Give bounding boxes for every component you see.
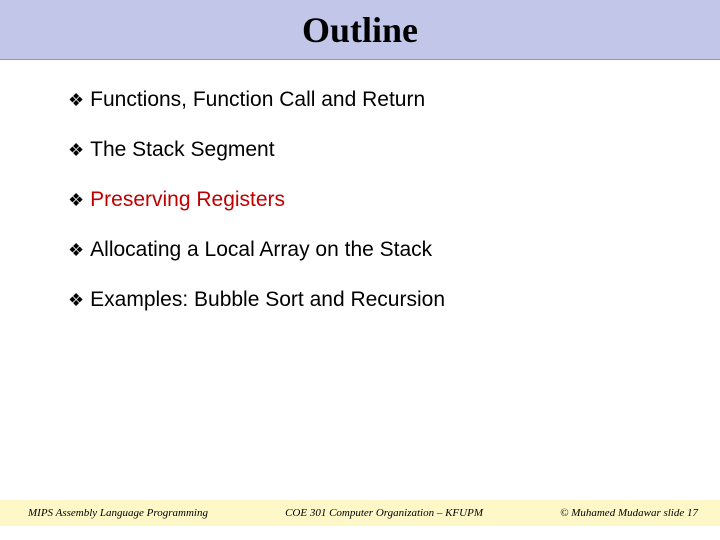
diamond-bullet-icon: ❖ — [68, 88, 84, 112]
list-item: ❖ Preserving Registers — [68, 188, 660, 212]
bullet-text-highlighted: Preserving Registers — [90, 188, 285, 212]
diamond-bullet-icon: ❖ — [68, 288, 84, 312]
content-area: ❖ Functions, Function Call and Return ❖ … — [0, 60, 720, 312]
list-item: ❖ Functions, Function Call and Return — [68, 88, 660, 112]
footer-bar: MIPS Assembly Language Programming COE 3… — [0, 500, 720, 526]
list-item: ❖ The Stack Segment — [68, 138, 660, 162]
bullet-text: Functions, Function Call and Return — [90, 88, 425, 112]
footer-center-text: COE 301 Computer Organization – KFUPM — [208, 507, 560, 519]
bullet-text: Allocating a Local Array on the Stack — [90, 238, 432, 262]
slide-title: Outline — [302, 9, 418, 51]
diamond-bullet-icon: ❖ — [68, 138, 84, 162]
bullet-text: The Stack Segment — [90, 138, 274, 162]
bullet-text: Examples: Bubble Sort and Recursion — [90, 288, 445, 312]
list-item: ❖ Allocating a Local Array on the Stack — [68, 238, 660, 262]
diamond-bullet-icon: ❖ — [68, 238, 84, 262]
title-bar: Outline — [0, 0, 720, 60]
list-item: ❖ Examples: Bubble Sort and Recursion — [68, 288, 660, 312]
footer-right-text: © Muhamed Mudawar slide 17 — [560, 507, 698, 519]
footer-left-text: MIPS Assembly Language Programming — [28, 507, 208, 519]
diamond-bullet-icon: ❖ — [68, 188, 84, 212]
